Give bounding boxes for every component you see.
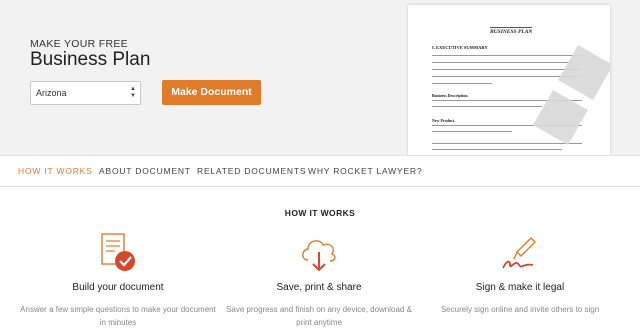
state-select[interactable]: Arizona ▲ ▼ bbox=[30, 81, 141, 105]
make-document-button[interactable]: Make Document bbox=[162, 80, 261, 105]
doc-preview-title: BUSINESS PLAN bbox=[490, 27, 533, 35]
feature-description: Answer a few simple questions to make yo… bbox=[20, 305, 216, 327]
state-select-value: Arizona bbox=[36, 88, 67, 98]
draft-watermark-icon bbox=[533, 45, 610, 145]
select-arrows-icon: ▲ ▼ bbox=[130, 86, 136, 99]
feature-title: Save, print & share bbox=[276, 282, 362, 293]
feature-title: Build your document bbox=[72, 282, 164, 293]
how-it-works-heading: HOW IT WORKS bbox=[284, 208, 356, 218]
doc-text-line bbox=[432, 131, 512, 133]
feature-title: Sign & make it legal bbox=[475, 282, 565, 293]
tab-why-rocket-lawyer[interactable]: WHY ROCKET LAWYER? bbox=[308, 166, 422, 176]
tab-how-it-works[interactable]: HOW IT WORKS bbox=[18, 166, 93, 176]
hero-banner: MAKE YOUR FREE Business Plan Arizona ▲ ▼ … bbox=[0, 0, 640, 155]
pen-signature-icon bbox=[502, 237, 536, 269]
doc-preview-section: I. EXECUTIVE SUMMARY bbox=[432, 45, 488, 50]
doc-preview-lead: Business Description. bbox=[432, 93, 469, 98]
doc-preview-lead: New Product. bbox=[432, 118, 456, 123]
doc-text-line bbox=[432, 83, 492, 85]
page-title: Business Plan bbox=[30, 49, 151, 70]
section-tabs: HOW IT WORKS ABOUT DOCUMENT RELATED DOCU… bbox=[0, 155, 640, 187]
feature-description: Save progress and finish on any device, … bbox=[226, 305, 412, 327]
cloud-download-icon bbox=[302, 240, 336, 272]
tab-about-document[interactable]: ABOUT DOCUMENT bbox=[99, 166, 191, 176]
document-check-icon bbox=[101, 233, 135, 271]
feature-description: Securely sign online and invite others t… bbox=[440, 305, 600, 314]
document-preview: BUSINESS PLAN I. EXECUTIVE SUMMARY Busin… bbox=[408, 5, 610, 155]
tab-related-documents[interactable]: RELATED DOCUMENTS bbox=[197, 166, 306, 176]
